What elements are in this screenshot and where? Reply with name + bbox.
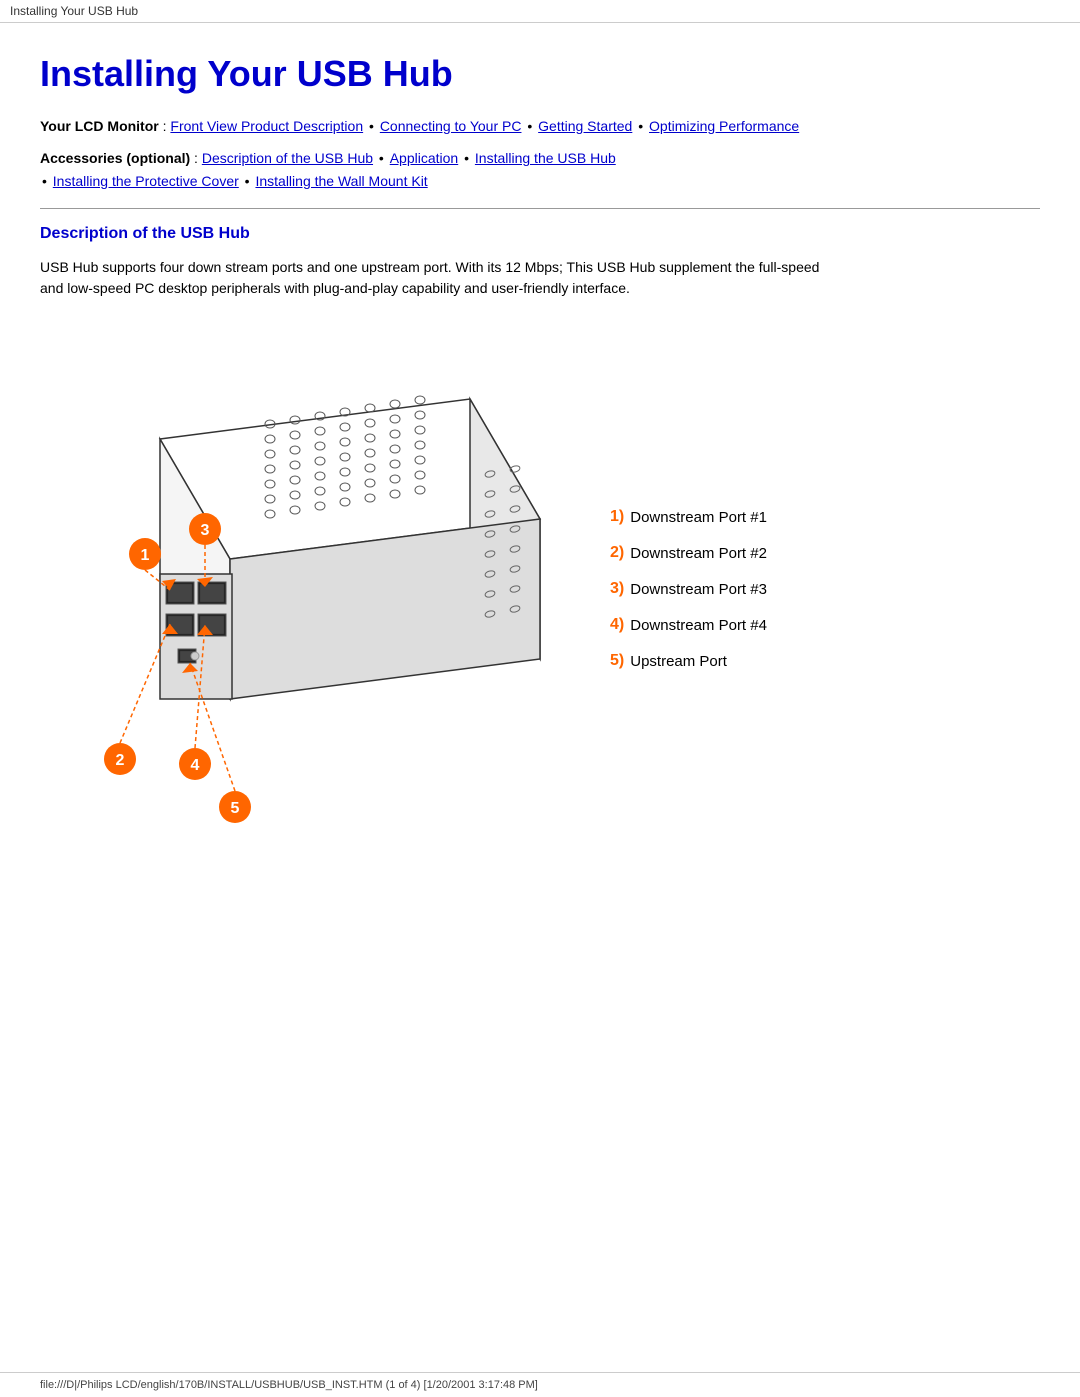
legend-num-3: 3) bbox=[610, 580, 624, 598]
bullet-2: • bbox=[527, 118, 536, 134]
accessories-label: Accessories (optional) bbox=[40, 150, 190, 166]
usb-hub-svg: 1 3 2 4 5 bbox=[40, 319, 570, 839]
legend-text-2: Downstream Port #2 bbox=[630, 545, 767, 562]
acc-bullet-3: • bbox=[42, 173, 51, 189]
legend-area: 1) Downstream Port #1 2) Downstream Port… bbox=[610, 488, 767, 670]
link-optimizing[interactable]: Optimizing Performance bbox=[649, 118, 799, 134]
legend-item-5: 5) Upstream Port bbox=[610, 652, 767, 670]
description-text: USB Hub supports four down stream ports … bbox=[40, 257, 820, 299]
legend-item-4: 4) Downstream Port #4 bbox=[610, 616, 767, 634]
legend-item-2: 2) Downstream Port #2 bbox=[610, 544, 767, 562]
legend-num-5: 5) bbox=[610, 652, 624, 670]
accessories-nav: Accessories (optional) : Description of … bbox=[40, 147, 1040, 192]
legend-num-2: 2) bbox=[610, 544, 624, 562]
browser-tab-label: Installing Your USB Hub bbox=[10, 4, 138, 18]
footer-bar: file:///D|/Philips LCD/english/170B/INST… bbox=[0, 1372, 1080, 1397]
acc-bullet-4: • bbox=[245, 173, 254, 189]
svg-text:1: 1 bbox=[141, 547, 150, 564]
link-desc-usb[interactable]: Description of the USB Hub bbox=[202, 150, 373, 166]
legend-num-4: 4) bbox=[610, 616, 624, 634]
link-protective[interactable]: Installing the Protective Cover bbox=[53, 173, 239, 189]
legend-num-1: 1) bbox=[610, 508, 624, 526]
legend-text-1: Downstream Port #1 bbox=[630, 509, 767, 526]
legend-item-3: 3) Downstream Port #3 bbox=[610, 580, 767, 598]
browser-tab: Installing Your USB Hub bbox=[0, 0, 1080, 23]
section-title: Description of the USB Hub bbox=[40, 225, 1040, 243]
usb-hub-diagram: 1 3 2 4 5 bbox=[40, 319, 570, 839]
acc-bullet-2: • bbox=[464, 150, 473, 166]
link-front-view[interactable]: Front View Product Description bbox=[170, 118, 363, 134]
section-divider bbox=[40, 208, 1040, 209]
bullet-1: • bbox=[369, 118, 378, 134]
link-installing-usb[interactable]: Installing the USB Hub bbox=[475, 150, 616, 166]
svg-text:2: 2 bbox=[116, 752, 125, 769]
svg-text:5: 5 bbox=[231, 800, 240, 817]
legend-text-5: Upstream Port bbox=[630, 653, 727, 670]
svg-text:3: 3 bbox=[201, 522, 210, 539]
acc-colon: : bbox=[194, 150, 202, 166]
diagram-area: 1 3 2 4 5 bbox=[40, 319, 1040, 839]
legend-text-3: Downstream Port #3 bbox=[630, 581, 767, 598]
page-content: Installing Your USB Hub Your LCD Monitor… bbox=[0, 23, 1080, 899]
footer-text: file:///D|/Philips LCD/english/170B/INST… bbox=[40, 1379, 538, 1391]
legend-text-4: Downstream Port #4 bbox=[630, 617, 767, 634]
bullet-3: • bbox=[638, 118, 647, 134]
svg-text:4: 4 bbox=[191, 757, 200, 774]
link-application[interactable]: Application bbox=[390, 150, 459, 166]
lcd-monitor-nav: Your LCD Monitor : Front View Product De… bbox=[40, 115, 1040, 137]
acc-bullet-1: • bbox=[379, 150, 388, 166]
page-title: Installing Your USB Hub bbox=[40, 53, 1040, 95]
link-connecting[interactable]: Connecting to Your PC bbox=[380, 118, 522, 134]
link-getting-started[interactable]: Getting Started bbox=[538, 118, 632, 134]
link-wall-mount[interactable]: Installing the Wall Mount Kit bbox=[255, 173, 427, 189]
legend-item-1: 1) Downstream Port #1 bbox=[610, 508, 767, 526]
lcd-monitor-label: Your LCD Monitor bbox=[40, 118, 159, 134]
